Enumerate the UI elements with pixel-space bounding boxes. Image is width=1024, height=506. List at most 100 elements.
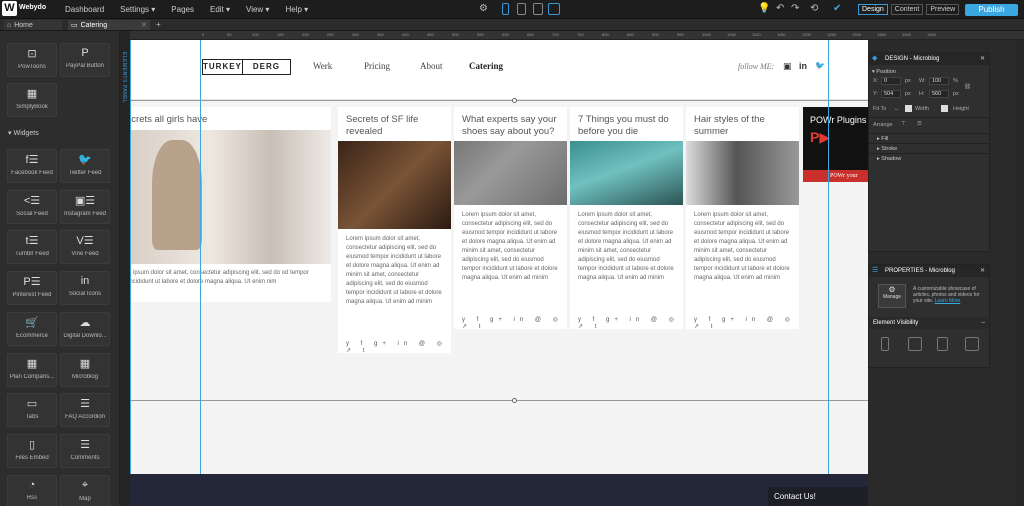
fit-arrows-icon[interactable]: ↔: [894, 106, 900, 112]
widget-social-feed[interactable]: <☰ Social Feed: [7, 189, 57, 224]
menu-view[interactable]: View ▾: [246, 5, 269, 14]
widget-twitter-feed[interactable]: 🐦 Twitter Feed: [60, 149, 110, 183]
lightbulb-icon[interactable]: 💡: [758, 3, 770, 14]
widget-pinterest-feed[interactable]: P☰ Pinterest Feed: [7, 271, 57, 306]
fit-width-checkbox[interactable]: [905, 105, 912, 112]
widget-rss[interactable]: ◔ Rss: [7, 474, 57, 506]
widget-paypal-button[interactable]: P PayPal Button: [60, 43, 110, 77]
widget-microblog[interactable]: ▦ Microblog: [60, 352, 110, 387]
resize-handle-top[interactable]: [512, 98, 517, 103]
post-title[interactable]: 7 Things you must do before you die: [578, 114, 683, 138]
post-title[interactable]: Hair styles of the summer: [694, 114, 799, 138]
widget-tumblr-feed[interactable]: t☰ Tumblr Feed: [7, 230, 57, 265]
share-icons[interactable]: y f g+ in @ ◎ ↗ t: [694, 316, 799, 330]
twitter-icon[interactable]: 🐦: [815, 61, 825, 70]
guide-line-right[interactable]: [828, 40, 829, 506]
menu-pages[interactable]: Pages: [171, 5, 194, 14]
widgets-header[interactable]: ▾ Widgets: [8, 129, 39, 137]
properties-panel-header[interactable]: ☰ PROPERTIES - Microblog ✕: [869, 265, 989, 277]
h-input[interactable]: 560: [929, 90, 949, 98]
menu-settings[interactable]: Settings ▾: [120, 5, 155, 14]
widget-plan-comparis[interactable]: ▦ Plan Comparis...: [7, 352, 57, 387]
nav-pricing[interactable]: Pricing: [364, 61, 390, 71]
link-icon[interactable]: ⛓: [964, 84, 971, 90]
nav-about[interactable]: About: [420, 61, 443, 71]
device-tools-icon[interactable]: ⚙: [479, 3, 488, 14]
post-title[interactable]: ecrets all girls have: [130, 114, 207, 126]
linkedin-icon[interactable]: in: [799, 61, 807, 71]
widget-map[interactable]: ⌖ Map: [60, 474, 110, 506]
tab-content[interactable]: Content: [890, 4, 924, 15]
mobile-view-icon[interactable]: [502, 3, 509, 15]
powr-plugins-widget[interactable]: POWr Plugins P▶ POWr your: [803, 107, 868, 182]
history-icon[interactable]: ⟲: [810, 3, 818, 14]
design-panel-header[interactable]: ◆ DESIGN - Microblog ✕: [869, 53, 989, 65]
tab-catering[interactable]: ▭ Catering ✕: [68, 20, 150, 30]
nav-catering[interactable]: Catering: [469, 61, 503, 71]
tablet-view-icon[interactable]: [533, 3, 543, 15]
mobile-visibility-icon[interactable]: [881, 337, 889, 351]
x-input[interactable]: 0: [881, 77, 901, 85]
collapse-icon[interactable]: –: [982, 317, 985, 329]
post-image[interactable]: [454, 141, 567, 205]
elements-panel-label[interactable]: ELEMENTS PANEL: [121, 52, 127, 103]
widget-tabs[interactable]: ▭ Tabs: [7, 393, 57, 428]
widget-ecommerce[interactable]: 🛒 Ecommerce: [7, 311, 57, 346]
stroke-section[interactable]: ▸ Stroke: [869, 143, 989, 153]
widget-files-embed[interactable]: ▯ Files Embed: [7, 433, 57, 468]
share-icons[interactable]: y f g+ in @ ◎ ↗ t: [462, 316, 567, 330]
design-canvas[interactable]: TURKEY DERG Werk Pricing About Catering …: [130, 40, 868, 474]
close-icon[interactable]: ✕: [980, 265, 985, 277]
tab-preview[interactable]: Preview: [926, 4, 960, 15]
y-input[interactable]: 504: [881, 90, 901, 98]
guide-line-left[interactable]: [200, 40, 201, 506]
widget-faq-accordion[interactable]: ☰ FAQ Accordion: [60, 393, 110, 428]
site-logo[interactable]: TURKEY DERG: [202, 59, 291, 75]
powr-bar[interactable]: POWr your: [803, 170, 868, 182]
post-title[interactable]: What experts say your shoes say about yo…: [462, 114, 567, 138]
widget-facebook-feed[interactable]: f☰ Facebook Feed: [7, 149, 57, 183]
widget-social-icons[interactable]: in Social Icons: [60, 271, 110, 306]
post-image[interactable]: [338, 141, 451, 229]
widget-powtoons[interactable]: ⊡ PowToons: [7, 43, 57, 77]
manage-button[interactable]: ⚙ Manage: [878, 284, 906, 308]
fit-height-checkbox[interactable]: [941, 105, 948, 112]
add-tab-icon[interactable]: +: [156, 20, 161, 29]
align-icon[interactable]: ⊤: [901, 121, 906, 127]
menu-help[interactable]: Help ▾: [285, 5, 308, 14]
menu-edit[interactable]: Edit ▾: [210, 5, 230, 14]
post-card[interactable]: ecrets all girls have n ipsum dolor sit …: [130, 107, 331, 302]
desktop-view-icon[interactable]: [548, 3, 560, 15]
layers-icon[interactable]: ☰: [917, 121, 922, 127]
post-card[interactable]: 7 Things you must do before you die Lore…: [570, 107, 683, 330]
check-icon[interactable]: ✔: [833, 3, 841, 14]
widget-vine-feed[interactable]: V☰ Vine Feed: [60, 230, 110, 265]
mobile-landscape-icon[interactable]: [517, 3, 526, 15]
widget-simplybook[interactable]: ▦ SimplyBook: [7, 83, 57, 117]
tablet-visibility-icon[interactable]: [937, 337, 948, 351]
post-image[interactable]: [570, 141, 683, 205]
webydo-logo[interactable]: W: [2, 1, 17, 16]
learn-more-link[interactable]: Learn More: [935, 298, 961, 304]
desktop-visibility-icon[interactable]: [965, 337, 979, 351]
publish-button[interactable]: Publish: [965, 4, 1018, 16]
widget-instagram-feed[interactable]: ▣☰ Instagram Feed: [60, 189, 110, 224]
site-footer[interactable]: [130, 474, 868, 506]
nav-werk[interactable]: Werk: [313, 61, 332, 71]
tab-design[interactable]: Design: [858, 4, 888, 15]
share-icons[interactable]: y f g+ in @ ◎ ↗ t: [578, 316, 683, 330]
post-title[interactable]: Secrets of SF life revealed: [346, 114, 451, 138]
share-icons[interactable]: y f g+ in @ ◎ ↗ t: [346, 340, 451, 354]
menu-dashboard[interactable]: Dashboard: [65, 5, 104, 14]
post-card[interactable]: Hair styles of the summer Lorem ipsum do…: [686, 107, 799, 330]
widget-comments[interactable]: ☰ Comments: [60, 433, 110, 468]
close-tab-icon[interactable]: ✕: [141, 21, 147, 29]
post-card[interactable]: What experts say your shoes say about yo…: [454, 107, 567, 330]
post-image[interactable]: [130, 130, 331, 264]
post-card[interactable]: Secrets of SF life revealed Lorem ipsum …: [338, 107, 451, 354]
close-icon[interactable]: ✕: [980, 53, 985, 65]
redo-icon[interactable]: ↷: [791, 3, 799, 14]
undo-icon[interactable]: ↶: [776, 3, 784, 14]
post-image[interactable]: [686, 141, 799, 205]
resize-handle-bottom[interactable]: [512, 398, 517, 403]
